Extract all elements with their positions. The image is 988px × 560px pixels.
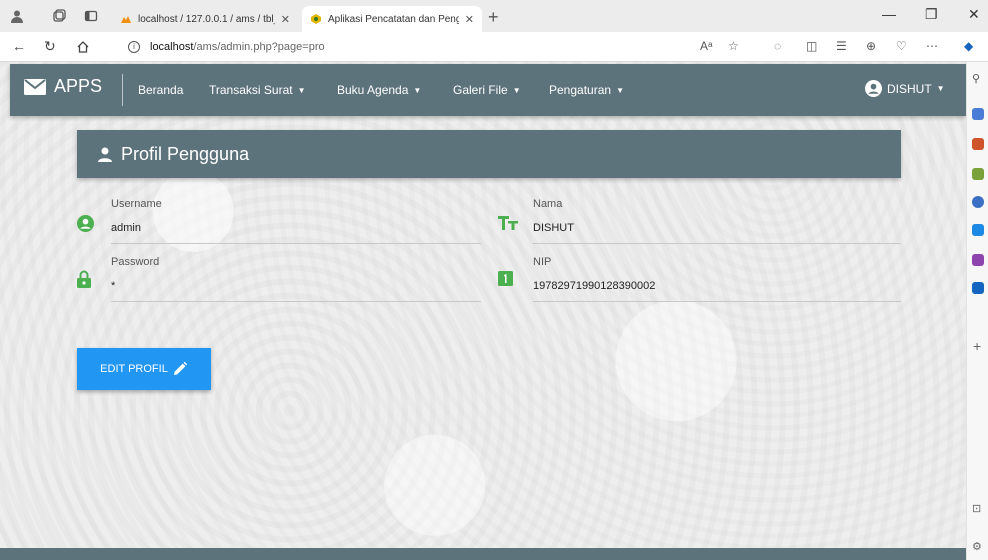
brand-divider xyxy=(122,74,123,106)
app-favicon-icon xyxy=(311,14,321,24)
nav-label: Galeri File xyxy=(453,83,508,97)
user-menu[interactable]: DISHUT ▼ xyxy=(865,80,945,97)
edit-profile-button[interactable]: EDIT PROFIL xyxy=(77,348,211,390)
tab-title: localhost / 127.0.0.1 / ams / tbl_s xyxy=(138,13,275,25)
nav-label: Pengaturan xyxy=(549,83,612,97)
mail-icon xyxy=(24,78,46,95)
nav-buku-agenda[interactable]: Buku Agenda ▼ xyxy=(337,83,421,97)
tab-aplikasi-pencatatan[interactable]: Aplikasi Pencatatan dan Pengarsi ✕ xyxy=(302,6,482,32)
browser-sidebar: ⚲ + ⊡ ⚙ xyxy=(966,62,988,560)
workspaces-icon[interactable] xyxy=(52,9,66,23)
page-footer xyxy=(0,548,966,560)
caret-down-icon: ▼ xyxy=(616,86,624,95)
username-label: Username xyxy=(111,198,162,210)
sidebar-settings-icon[interactable]: ⚙ xyxy=(972,540,982,553)
nav-transaksi-surat[interactable]: Transaksi Surat ▼ xyxy=(209,83,306,97)
text-format-icon xyxy=(498,216,518,230)
sidebar-games-icon[interactable] xyxy=(972,168,984,180)
url-field[interactable]: i localhost/ams/admin.php?page=pro xyxy=(128,36,698,58)
tab-actions-icon[interactable] xyxy=(84,9,98,23)
favorite-star-icon[interactable]: ☆ xyxy=(728,39,739,53)
nama-field: Nama DISHUT xyxy=(498,198,901,246)
collections-icon[interactable]: ⊕ xyxy=(866,39,876,53)
home-icon[interactable] xyxy=(76,40,90,54)
caret-down-icon: ▼ xyxy=(297,86,306,95)
back-icon[interactable]: ← xyxy=(12,38,26,54)
close-tab-icon[interactable]: ✕ xyxy=(465,13,474,26)
sidebar-designer-icon[interactable] xyxy=(972,254,984,266)
more-options-icon[interactable]: ⋯ xyxy=(926,39,938,53)
nip-underline xyxy=(533,301,901,302)
close-tab-icon[interactable]: ✕ xyxy=(281,13,290,26)
address-bar: ← ↻ i localhost/ams/admin.php?page=pro A… xyxy=(0,32,988,62)
refresh-icon[interactable]: ↻ xyxy=(44,38,56,55)
sidebar-hide-icon[interactable]: ⊡ xyxy=(972,502,981,515)
person-icon xyxy=(98,147,112,162)
nav-label: Buku Agenda xyxy=(337,83,409,97)
nama-label: Nama xyxy=(533,198,563,210)
brand-name: APPS xyxy=(54,76,103,96)
nav-pengaturan[interactable]: Pengaturan ▼ xyxy=(549,83,624,97)
profile-card-header: Profil Pengguna xyxy=(77,130,901,178)
restore-icon[interactable]: ❐ xyxy=(925,6,938,23)
edit-profile-label: EDIT PROFIL xyxy=(100,363,168,375)
nav-label: Beranda xyxy=(138,83,184,97)
profile-icon[interactable] xyxy=(10,9,24,23)
read-aloud-icon[interactable]: Aᵃ xyxy=(700,39,712,53)
new-tab-button[interactable]: + xyxy=(488,7,499,28)
password-value: * xyxy=(111,280,116,292)
sidebar-shopping-icon[interactable] xyxy=(972,108,984,120)
password-label: Password xyxy=(111,256,160,268)
url-path: /ams/admin.php?page=pro xyxy=(193,41,325,53)
nip-label: NIP xyxy=(533,256,552,268)
url-host: localhost xyxy=(150,41,194,53)
nama-underline xyxy=(533,243,901,244)
sidebar-outlook-icon[interactable] xyxy=(972,224,984,236)
brand-logo[interactable]: APPS xyxy=(24,76,102,97)
pencil-icon xyxy=(173,361,188,375)
extension-icon[interactable]: ◌ xyxy=(774,39,781,53)
page-title: Profil Pengguna xyxy=(121,143,250,164)
numeric-one-box-icon xyxy=(498,271,513,286)
sidebar-search-icon[interactable]: ⚲ xyxy=(972,72,980,85)
password-underline xyxy=(111,301,481,302)
nav-beranda[interactable]: Beranda xyxy=(138,83,183,97)
sidebar-add-icon[interactable]: + xyxy=(973,338,981,354)
lock-icon xyxy=(77,270,91,288)
favorites-list-icon[interactable]: ☰ xyxy=(836,39,847,53)
caret-down-icon: ▼ xyxy=(413,86,422,95)
username-field: Username admin xyxy=(77,198,481,246)
account-circle-icon xyxy=(865,80,882,97)
nav-label: Transaksi Surat xyxy=(209,83,293,97)
nav-galeri-file[interactable]: Galeri File ▼ xyxy=(453,83,521,97)
browser-essentials-icon[interactable]: ♡ xyxy=(896,39,907,53)
tab-phpmyadmin[interactable]: localhost / 127.0.0.1 / ams / tbl_s ✕ xyxy=(112,6,298,32)
phpmyadmin-favicon-icon xyxy=(121,16,131,23)
minimize-icon[interactable]: — xyxy=(882,6,896,22)
page-viewport: APPS Beranda Transaksi Surat ▼ Buku Agend… xyxy=(0,62,966,560)
username-value: admin xyxy=(111,222,141,234)
nama-value: DISHUT xyxy=(533,222,574,234)
username-label: DISHUT xyxy=(887,81,932,96)
browser-tab-bar: localhost / 127.0.0.1 / ams / tbl_s ✕ Ap… xyxy=(0,0,988,32)
sidebar-tools-icon[interactable] xyxy=(972,138,984,150)
caret-down-icon: ▼ xyxy=(936,84,945,93)
sidebar-office-icon[interactable] xyxy=(972,196,984,208)
sidebar-app-icon[interactable] xyxy=(972,282,984,294)
tab-title: Aplikasi Pencatatan dan Pengarsi xyxy=(328,13,459,25)
split-screen-icon[interactable]: ◫ xyxy=(806,39,817,53)
password-field: Password * xyxy=(77,256,481,304)
site-info-icon[interactable]: i xyxy=(128,41,140,53)
account-circle-icon xyxy=(77,215,94,232)
app-navbar: APPS Beranda Transaksi Surat ▼ Buku Agend… xyxy=(10,64,966,116)
close-window-icon[interactable]: ✕ xyxy=(968,6,980,23)
username-underline xyxy=(111,243,481,244)
nip-value: 19782971990128390002 xyxy=(533,280,656,292)
caret-down-icon: ▼ xyxy=(512,86,521,95)
nip-field: NIP 19782971990128390002 xyxy=(498,256,901,304)
copilot-icon[interactable]: ◆ xyxy=(964,39,973,53)
